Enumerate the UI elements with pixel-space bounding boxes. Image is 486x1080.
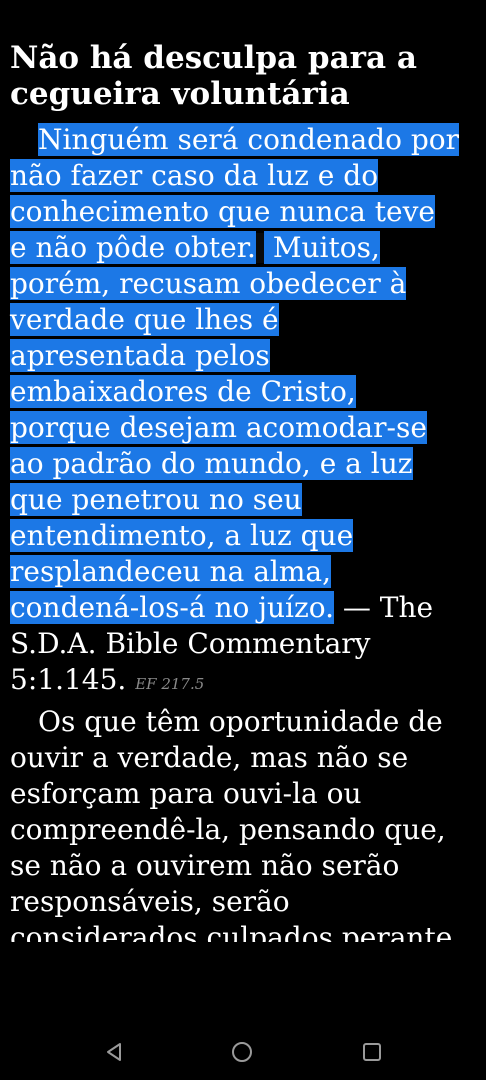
selected-text[interactable]: embaixadores de Cristo, — [10, 375, 356, 408]
text-line[interactable]: compreendê-la, pensando que, — [10, 812, 446, 848]
triangle-back-icon — [107, 1043, 121, 1061]
selected-text[interactable]: apresentada pelos — [10, 339, 270, 372]
reading-view[interactable]: Não há desculpa para a cegueira voluntár… — [0, 0, 486, 950]
selected-text[interactable]: não fazer caso da luz e do — [10, 159, 379, 192]
text-line[interactable]: não fazer caso da luz e do — [10, 158, 379, 194]
text-cursor — [255, 233, 264, 263]
selected-text[interactable]: verdade que lhes é — [10, 303, 279, 336]
selected-text[interactable]: resplandeceu na alma, — [10, 555, 332, 588]
text-line[interactable]: que penetrou no seu — [10, 482, 302, 518]
text-line[interactable]: resplandeceu na alma, — [10, 554, 332, 590]
selected-text[interactable]: condená-los-á no juízo. — [10, 591, 334, 624]
text-line[interactable]: 5:1.145. EF 217.5 — [10, 662, 204, 698]
attribution-text[interactable]: — The — [334, 591, 433, 624]
text-line[interactable]: verdade que lhes é — [10, 302, 279, 338]
recent-apps-button[interactable] — [360, 1040, 384, 1064]
selected-text[interactable]: Muitos, — [263, 231, 380, 264]
text-line[interactable]: embaixadores de Cristo, — [10, 374, 356, 410]
text-line[interactable]: e não pôde obter. Muitos, — [10, 230, 380, 266]
text-line[interactable]: porque desejam acomodar-se — [10, 410, 427, 446]
selected-text[interactable]: porque desejam acomodar-se — [10, 411, 427, 444]
selected-text[interactable]: entendimento, a luz que — [10, 519, 354, 552]
home-button[interactable] — [230, 1040, 254, 1064]
attribution-text[interactable]: 5:1.145. — [10, 663, 126, 696]
text-line[interactable]: considerados culpados perante — [10, 920, 452, 942]
circle-home-icon — [232, 1042, 252, 1062]
text-line[interactable]: se não a ouvirem não serão — [10, 848, 399, 884]
selected-text[interactable]: e não pôde obter. — [10, 231, 256, 264]
text-line[interactable]: ao padrão do mundo, e a luz — [10, 446, 413, 482]
text-line[interactable]: ouvir a verdade, mas não se — [10, 740, 408, 776]
text-line[interactable]: entendimento, a luz que — [10, 518, 354, 554]
text-line[interactable]: apresentada pelos — [10, 338, 270, 374]
text-line[interactable]: porém, recusam obedecer à — [10, 266, 407, 302]
square-recent-apps-icon — [363, 1043, 381, 1061]
text-line[interactable]: Ninguém será condenado por — [38, 122, 460, 158]
text-line[interactable]: esforçam para ouvi-la ou — [10, 776, 362, 812]
selected-text[interactable]: ao padrão do mundo, e a luz — [10, 447, 413, 480]
selected-text[interactable]: Ninguém será condenado por — [38, 123, 460, 156]
system-navigation-bar — [0, 1014, 486, 1080]
paragraph-reference[interactable]: EF 217.5 — [135, 675, 204, 693]
section-title: Não há desculpa para a cegueira voluntár… — [10, 40, 417, 112]
text-line[interactable]: Os que têm oportunidade de — [38, 704, 443, 740]
back-button[interactable] — [102, 1040, 126, 1064]
attribution-text[interactable]: S.D.A. Bible Commentary — [10, 627, 370, 660]
selected-text[interactable]: porém, recusam obedecer à — [10, 267, 407, 300]
text-line[interactable]: conhecimento que nunca teve — [10, 194, 435, 230]
text-line[interactable]: S.D.A. Bible Commentary — [10, 626, 370, 662]
text-line[interactable]: condená-los-á no juízo. — The — [10, 590, 433, 626]
text-line[interactable]: responsáveis, serão — [10, 884, 290, 920]
selected-text[interactable]: que penetrou no seu — [10, 483, 302, 516]
selected-text[interactable]: conhecimento que nunca teve — [10, 195, 435, 228]
